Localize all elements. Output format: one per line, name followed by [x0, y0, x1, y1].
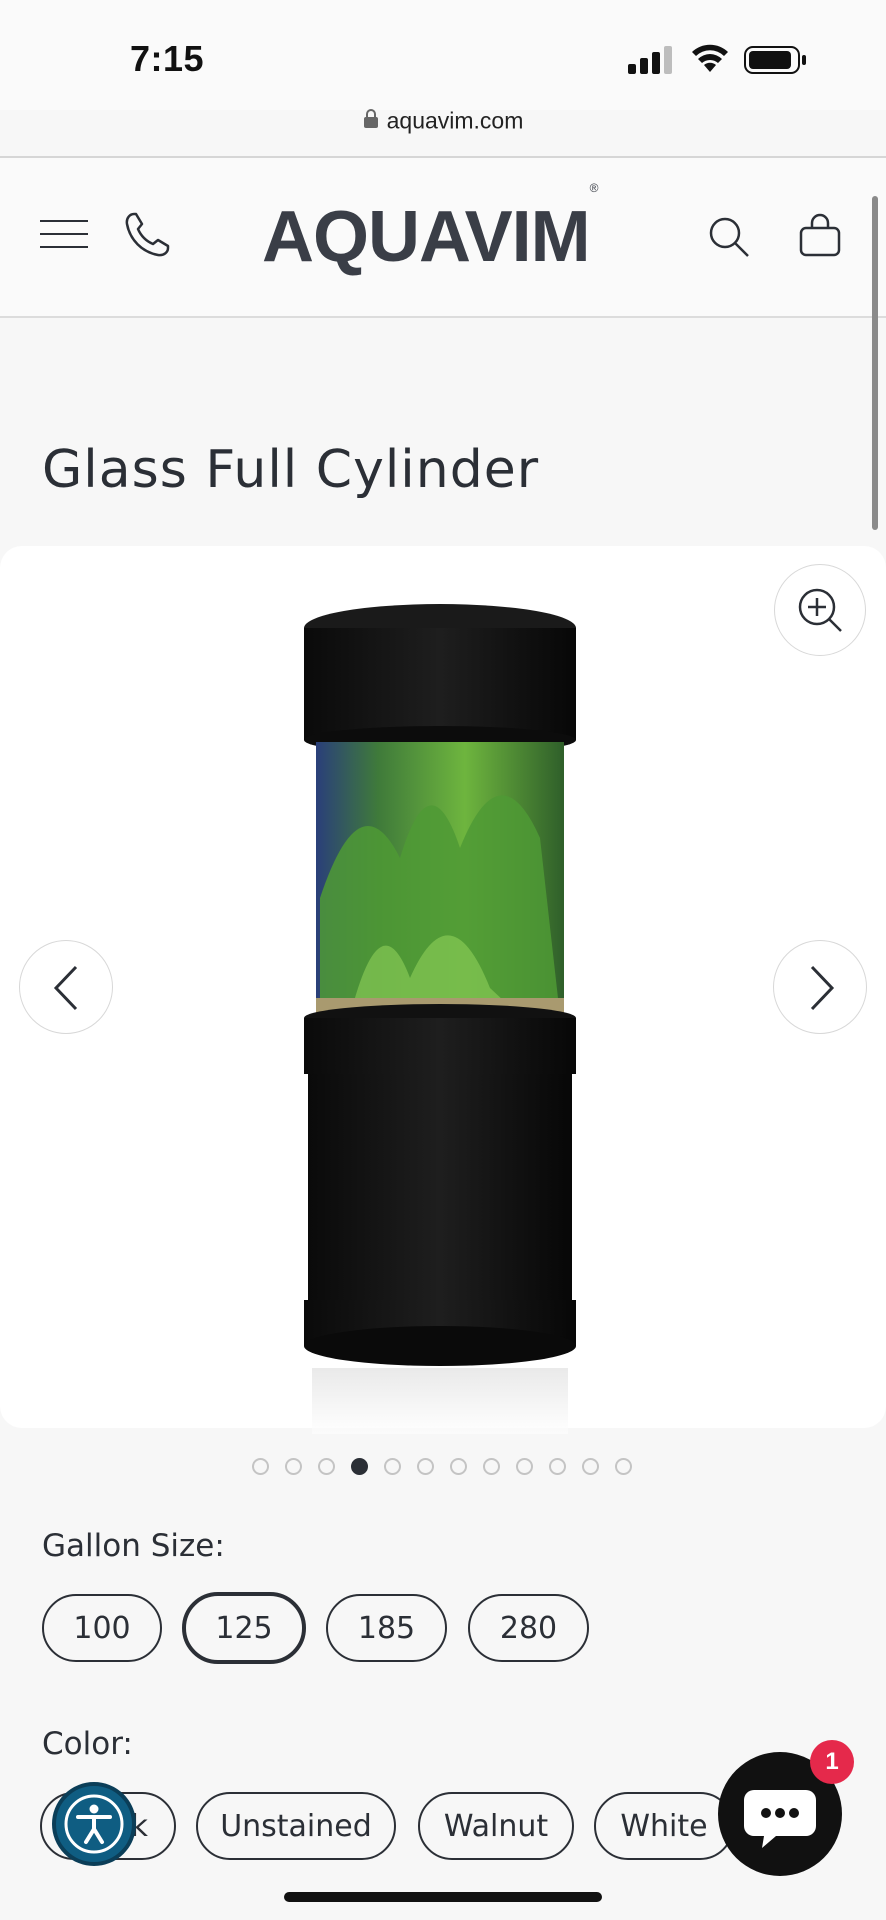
gallery-dot[interactable] — [450, 1458, 467, 1475]
site-header: AQUAVIM ® — [0, 158, 886, 318]
gallery-dot[interactable] — [384, 1458, 401, 1475]
status-time: 7:15 — [130, 38, 205, 79]
gallon-option-100[interactable]: 100 — [42, 1594, 162, 1662]
battery-icon — [744, 46, 806, 74]
gallery-dot[interactable] — [417, 1458, 434, 1475]
gallon-option-125[interactable]: 125 — [182, 1592, 306, 1664]
chevron-left-icon — [53, 965, 78, 1011]
gallery-dot[interactable] — [549, 1458, 566, 1475]
accessibility-button[interactable] — [52, 1782, 136, 1866]
gallery-dot[interactable] — [252, 1458, 269, 1475]
gallon-option-280[interactable]: 280 — [468, 1594, 589, 1662]
gallery-dot[interactable] — [285, 1458, 302, 1475]
gallery-dot-active[interactable] — [351, 1458, 368, 1475]
menu-icon[interactable] — [40, 220, 88, 250]
color-option-white[interactable]: White — [594, 1792, 734, 1860]
scrollbar[interactable] — [872, 196, 878, 530]
next-image-button[interactable] — [773, 940, 867, 1034]
logo-text: AQUAVIM — [262, 197, 591, 277]
gallery-dot[interactable] — [318, 1458, 335, 1475]
color-option-walnut[interactable]: Walnut — [418, 1792, 574, 1860]
color-option-unstained[interactable]: Unstained — [196, 1792, 396, 1860]
chevron-right-icon — [810, 965, 835, 1011]
lock-icon — [363, 108, 378, 128]
url-text: aquavim.com — [386, 107, 524, 134]
search-icon[interactable] — [708, 216, 750, 258]
cellular-signal-icon — [628, 46, 674, 74]
product-image[interactable] — [290, 598, 590, 1438]
zoom-in-icon — [798, 588, 842, 632]
gallon-option-185[interactable]: 185 — [326, 1594, 447, 1662]
wifi-icon — [692, 44, 728, 72]
zoom-button[interactable] — [774, 564, 866, 656]
status-bar: 7:15 — [0, 0, 886, 110]
chat-notification-badge: 1 — [810, 1740, 854, 1784]
home-indicator[interactable] — [284, 1892, 602, 1902]
accessibility-icon — [64, 1794, 124, 1854]
gallery-dot[interactable] — [615, 1458, 632, 1475]
logo-registered-mark: ® — [589, 181, 599, 195]
bag-icon[interactable] — [798, 212, 842, 258]
phone-icon[interactable] — [122, 210, 172, 260]
address-bar[interactable]: aquavim.com — [0, 106, 886, 156]
gallery-dot[interactable] — [483, 1458, 500, 1475]
product-title: Glass Full Cylinder — [42, 440, 540, 500]
previous-image-button[interactable] — [19, 940, 113, 1034]
gallon-size-label: Gallon Size: — [42, 1528, 225, 1564]
gallery-dot[interactable] — [516, 1458, 533, 1475]
color-label: Color: — [42, 1726, 133, 1762]
gallery-dot[interactable] — [582, 1458, 599, 1475]
site-logo[interactable]: AQUAVIM ® — [262, 181, 622, 277]
